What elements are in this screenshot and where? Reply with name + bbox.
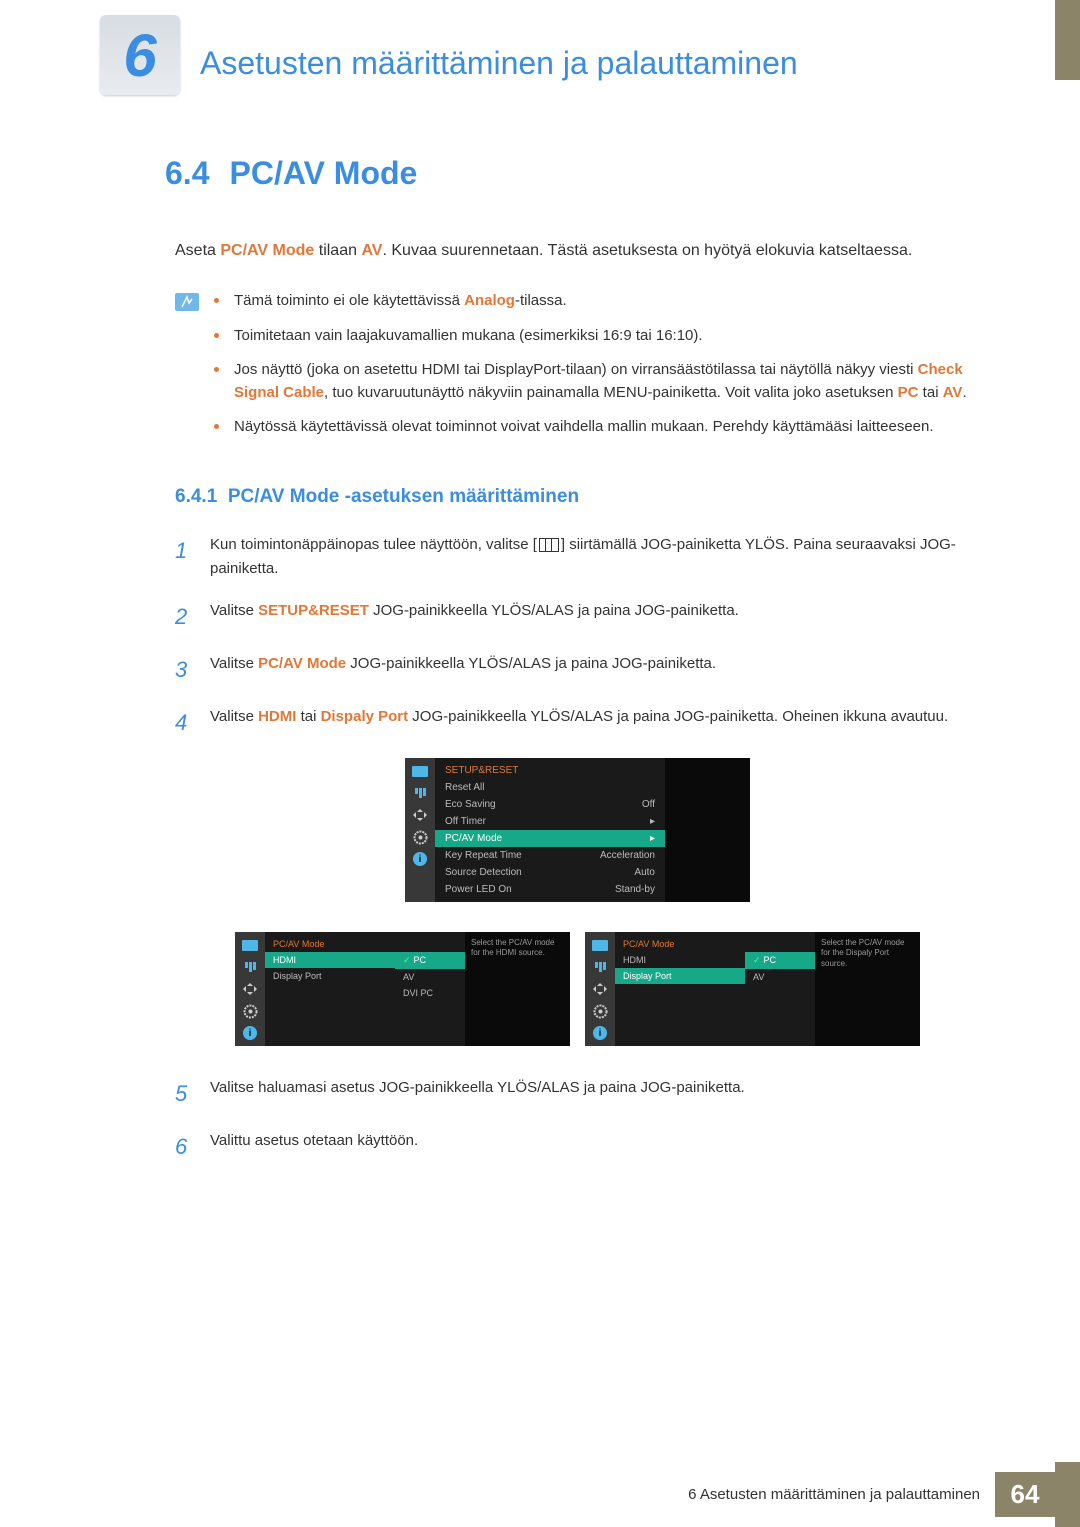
note-bullet: Näytössä käytettävissä olevat toiminnot … <box>214 416 980 439</box>
menu-icon <box>539 538 559 552</box>
osd-title: PC/AV Mode <box>615 936 745 952</box>
osd-title: SETUP&RESET <box>435 762 665 779</box>
note-bullet: Jos näyttö (joka on asetettu HDMI tai Di… <box>214 359 980 404</box>
osd-preview-pane <box>665 758 750 902</box>
osd-menu-displayport: i PC/AV ModeHDMIDisplay Port ✓PCAV Selec… <box>585 932 920 1046</box>
gear-icon <box>411 830 429 844</box>
subsection-heading: 6.4.1 PC/AV Mode -asetuksen määrittämine… <box>175 486 980 508</box>
osd-menu-row: Power LED OnStand-by <box>435 881 665 898</box>
note-icon <box>175 293 199 311</box>
bars-icon <box>241 960 259 974</box>
osd-menu-row: Display Port <box>615 968 745 984</box>
osd-menu-row: ✓PC <box>395 952 465 969</box>
osd-menu-row: PC/AV Mode▸ <box>435 830 665 847</box>
osd-menu-row: AV <box>745 969 815 985</box>
chapter-number: 6 <box>123 21 156 90</box>
footer-chapter-label: 6 Asetusten määrittäminen ja palauttamin… <box>688 1486 995 1503</box>
page-footer: 6 Asetusten määrittäminen ja palauttamin… <box>688 1462 1080 1527</box>
chapter-badge: 6 <box>100 15 180 95</box>
bars-icon <box>591 960 609 974</box>
osd-hint-text: Select the PC/AV mode for the HDMI sourc… <box>465 932 570 1046</box>
chapter-header: 6 Asetusten määrittäminen ja palauttamin… <box>0 0 1080 95</box>
section-number: 6.4 <box>165 155 209 192</box>
osd-sidebar: i <box>405 758 435 902</box>
step-item: 4Valitse HDMI tai Dispaly Port JOG-paini… <box>175 705 980 740</box>
info-icon: i <box>411 852 429 866</box>
intro-paragraph: Aseta PC/AV Mode tilaan AV. Kuvaa suuren… <box>175 242 980 260</box>
osd-sidebar: i <box>585 932 615 1046</box>
osd-menu-row: Off Timer▸ <box>435 813 665 830</box>
osd-menu-row: HDMI <box>615 952 745 968</box>
osd-menu-row: Key Repeat TimeAcceleration <box>435 847 665 864</box>
arrows-icon <box>411 808 429 822</box>
step-item: 6Valittu asetus otetaan käyttöön. <box>175 1129 980 1164</box>
arrows-icon <box>591 982 609 996</box>
footer-accent-bar <box>1055 1462 1080 1527</box>
osd-menu-row: AV <box>395 969 465 985</box>
gear-icon <box>591 1004 609 1018</box>
osd-menu-row: Display Port <box>265 968 395 984</box>
osd-menu-row: Source DetectionAuto <box>435 864 665 881</box>
osd-menu-row: HDMI <box>265 952 395 968</box>
monitor-icon <box>591 938 609 952</box>
section-heading: 6.4 PC/AV Mode <box>165 155 980 192</box>
monitor-icon <box>411 764 429 778</box>
step-item: 5Valitse haluamasi asetus JOG-painikkeel… <box>175 1076 980 1111</box>
bars-icon <box>411 786 429 800</box>
note-bullet: Toimitetaan vain laajakuvamallien mukana… <box>214 325 980 348</box>
arrows-icon <box>241 982 259 996</box>
osd-menu-row: DVI PC <box>395 985 465 1001</box>
info-icon: i <box>591 1026 609 1040</box>
osd-menu-setup-reset: i SETUP&RESETReset AllEco SavingOffOff T… <box>405 758 750 902</box>
page-number: 64 <box>995 1472 1055 1517</box>
header-accent-bar <box>1055 0 1080 80</box>
step-item: 2Valitse SETUP&RESET JOG-painikkeella YL… <box>175 599 980 634</box>
note-box: Tämä toiminto ei ole käytettävissä Analo… <box>175 290 980 451</box>
osd-title: PC/AV Mode <box>265 936 395 952</box>
osd-menu-hdmi: i PC/AV ModeHDMIDisplay Port ✓PCAVDVI PC… <box>235 932 570 1046</box>
section-title: PC/AV Mode <box>229 155 417 192</box>
step-item: 3Valitse PC/AV Mode JOG-painikkeella YLÖ… <box>175 652 980 687</box>
osd-menu-row: Eco SavingOff <box>435 796 665 813</box>
note-bullet: Tämä toiminto ei ole käytettävissä Analo… <box>214 290 980 313</box>
osd-hint-text: Select the PC/AV mode for the Dispaly Po… <box>815 932 920 1046</box>
chapter-title: Asetusten määrittäminen ja palauttaminen <box>200 45 798 82</box>
info-icon: i <box>241 1026 259 1040</box>
monitor-icon <box>241 938 259 952</box>
step-item: 1Kun toimintonäppäinopas tulee näyttöön,… <box>175 533 980 581</box>
osd-sidebar: i <box>235 932 265 1046</box>
osd-menu-row: Reset All <box>435 779 665 796</box>
osd-menu-row: ✓PC <box>745 952 815 969</box>
gear-icon <box>241 1004 259 1018</box>
